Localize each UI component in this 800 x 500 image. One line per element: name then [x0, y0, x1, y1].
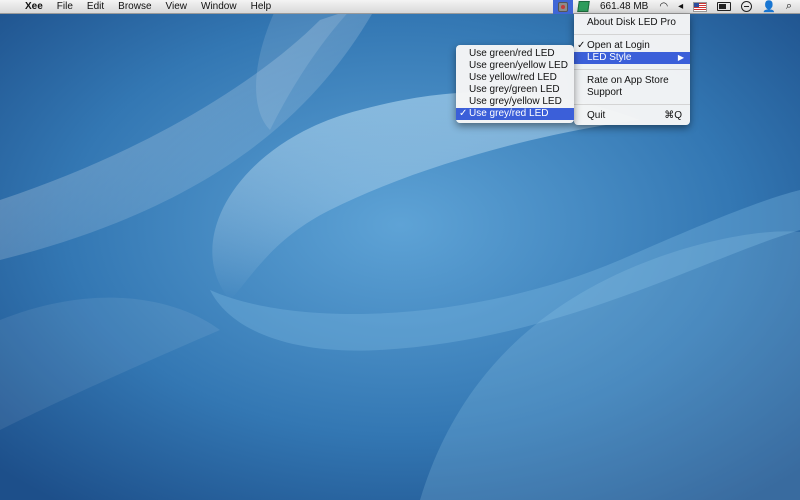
menu-item-label: Use grey/red LED — [469, 108, 549, 119]
menu-separator — [574, 34, 690, 35]
menu-view[interactable]: View — [159, 0, 195, 14]
submenu-item-grey-yellow[interactable]: Use grey/yellow LED — [456, 96, 574, 108]
menu-separator — [574, 69, 690, 70]
green-doc-icon — [577, 1, 590, 12]
flag-icon — [693, 1, 708, 12]
spotlight-icon[interactable]: ⌕ — [781, 0, 800, 14]
disk-led-menu: About Disk LED Pro ✓ Open at Login LED S… — [574, 14, 690, 125]
menu-help[interactable]: Help — [244, 0, 279, 14]
submenu-item-green-yellow[interactable]: Use green/yellow LED — [456, 60, 574, 72]
menu-file[interactable]: File — [50, 0, 80, 14]
menu-browse[interactable]: Browse — [111, 0, 158, 14]
menu-window[interactable]: Window — [194, 0, 244, 14]
led-style-submenu: Use green/red LED Use green/yellow LED U… — [456, 45, 574, 123]
menu-item-open-at-login[interactable]: ✓ Open at Login — [574, 40, 690, 52]
menu-item-quit[interactable]: Quit ⌘Q — [574, 110, 690, 122]
menu-item-led-style[interactable]: LED Style ▶ — [574, 52, 690, 64]
keyboard-shortcut: ⌘Q — [664, 110, 682, 121]
volume-icon[interactable]: ◂ — [673, 0, 688, 14]
menu-item-about[interactable]: About Disk LED Pro — [574, 17, 690, 29]
user-icon[interactable]: 👤 — [757, 0, 781, 14]
menu-edit[interactable]: Edit — [80, 0, 111, 14]
menu-app-name[interactable]: Xee — [18, 0, 50, 14]
menu-separator — [574, 104, 690, 105]
time-machine-menu-extra[interactable] — [736, 0, 757, 14]
menu-extras: 661.48 MB ◠ ◂ 👤 ⌕ — [552, 0, 800, 14]
menu-item-label: Quit — [587, 110, 606, 121]
checkmark-icon: ✓ — [459, 108, 468, 119]
battery-icon — [717, 2, 732, 11]
memory-readout[interactable]: 661.48 MB — [594, 1, 654, 12]
menu-item-rate[interactable]: Rate on App Store — [574, 75, 690, 87]
wifi-icon[interactable]: ◠ — [654, 0, 673, 14]
submenu-item-grey-red[interactable]: ✓ Use grey/red LED — [456, 108, 574, 120]
submenu-item-green-red[interactable]: Use green/red LED — [456, 48, 574, 60]
clock-icon — [741, 1, 753, 12]
battery-menu-extra[interactable] — [712, 0, 736, 14]
green-doc-menu-extra[interactable] — [573, 0, 594, 14]
submenu-arrow-icon: ▶ — [677, 53, 684, 62]
submenu-item-grey-green[interactable]: Use grey/green LED — [456, 84, 574, 96]
disk-led-icon — [557, 1, 568, 12]
menu-bar: Xee File Edit Browse View Window Help 66… — [0, 0, 800, 14]
checkmark-icon: ✓ — [577, 40, 586, 51]
disk-led-menu-extra[interactable] — [552, 0, 573, 14]
menu-item-label: Open at Login — [587, 40, 650, 51]
menu-item-label: LED Style — [587, 52, 632, 63]
input-source-menu-extra[interactable] — [688, 0, 712, 14]
menu-item-support[interactable]: Support — [574, 87, 690, 99]
submenu-item-yellow-red[interactable]: Use yellow/red LED — [456, 72, 574, 84]
